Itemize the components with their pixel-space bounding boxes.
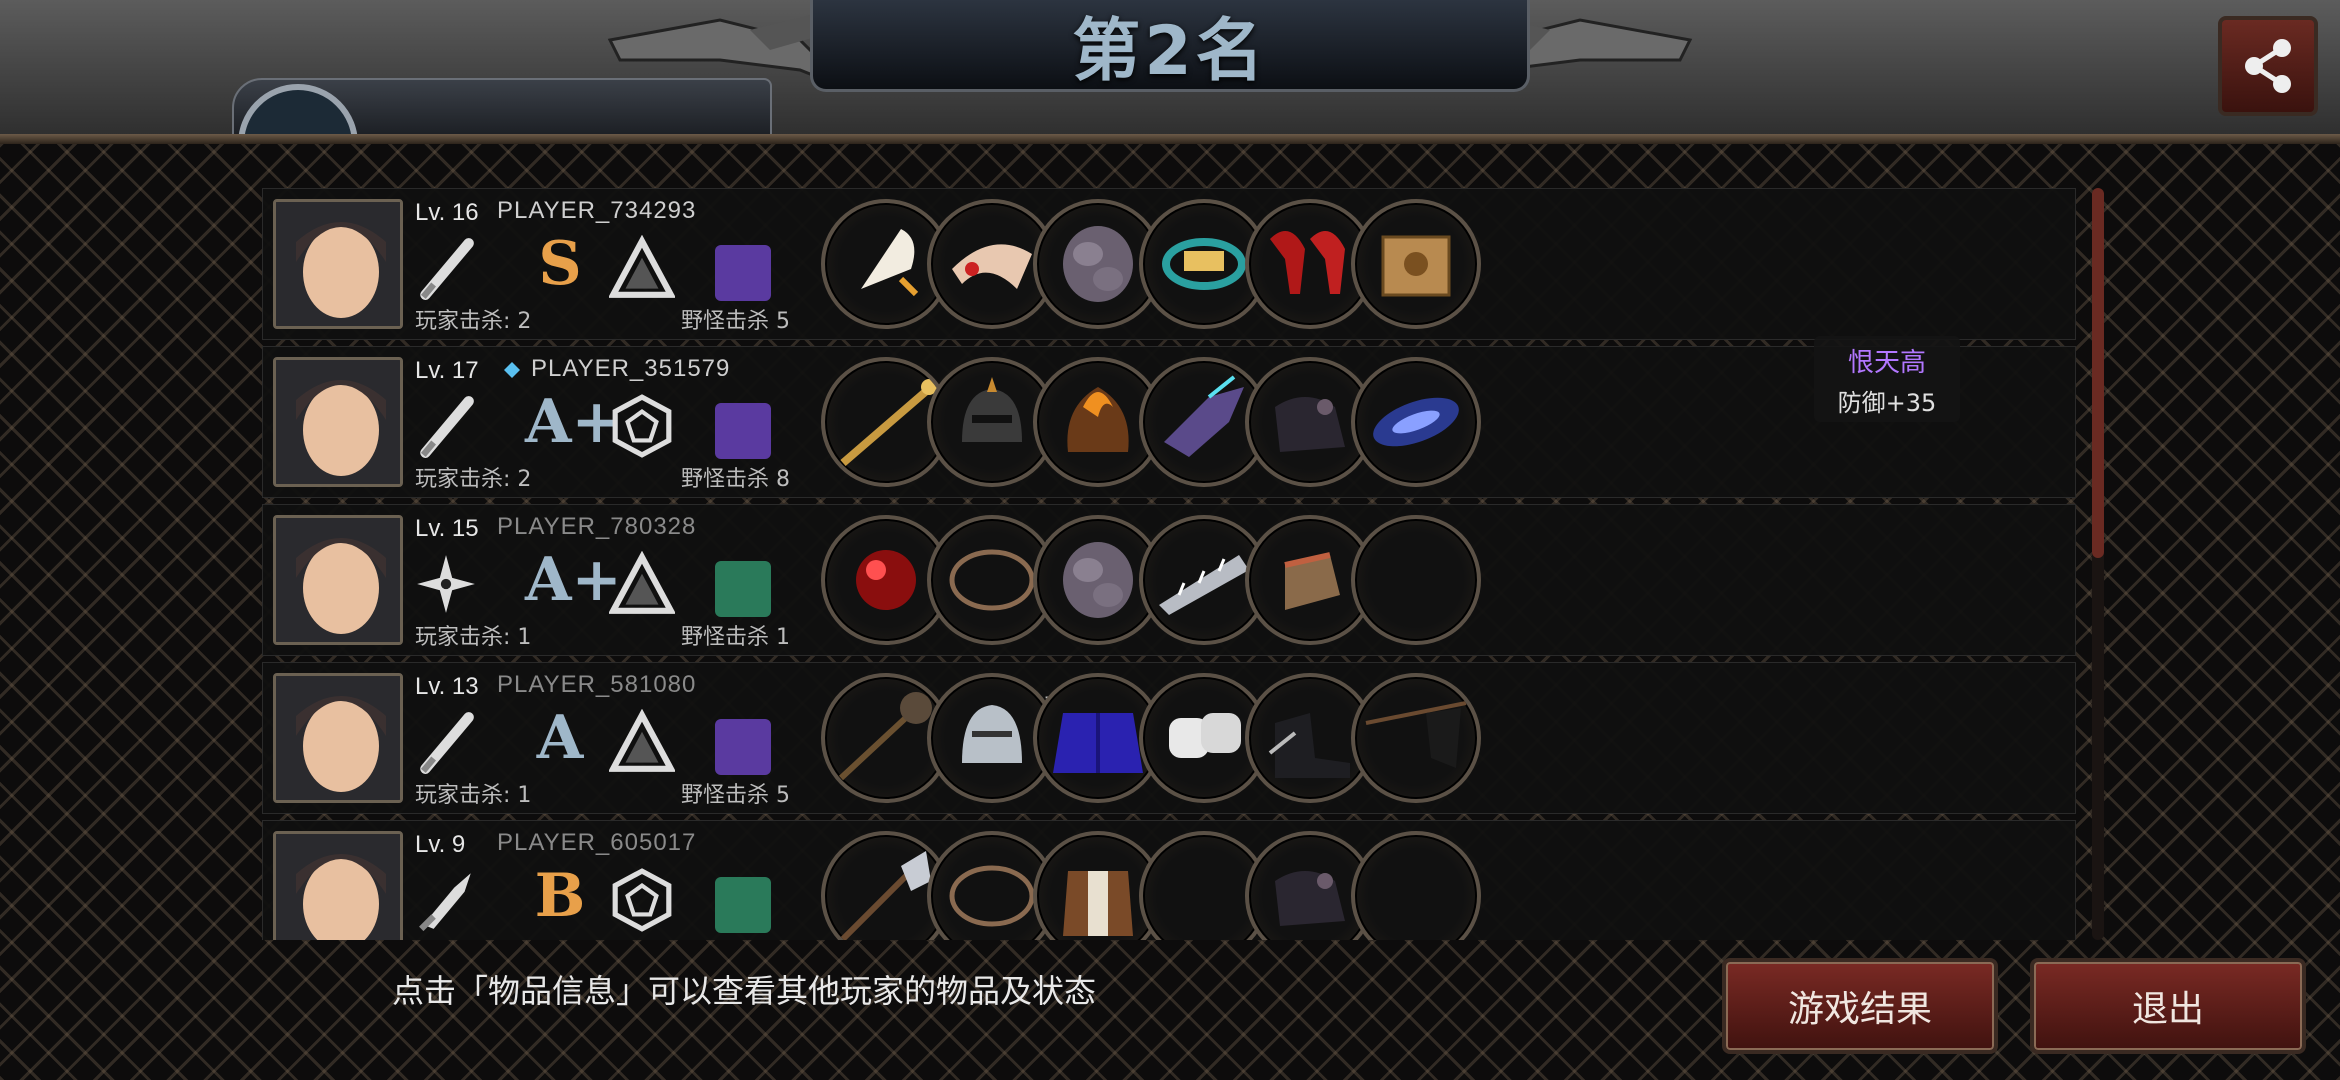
player-name: PLAYER_734293 [497,197,697,224]
dragon-gauntlet-icon [1164,375,1244,457]
grade-badge: S [538,229,582,299]
monster-kills: 野怪击杀 5 [681,783,790,808]
red-orb-icon [856,550,916,610]
player-name: PLAYER_351579 [531,355,731,382]
game-result-screen: 第2名 Lv. 16PLAYER_734293S玩家击杀: 2野怪击杀 5212… [0,0,2340,1080]
bracelet-icon [1162,238,1246,290]
item-slot[interactable] [1351,831,1481,940]
triangle-emblem-icon [609,235,675,298]
hex-emblem-icon [612,394,672,458]
shuriken-icon [417,555,475,613]
monster-icon [715,877,771,933]
player-level: Lv. 16 [415,199,479,226]
exit-button[interactable]: 退出 [2030,958,2306,1054]
rock-armor-icon [1063,226,1133,302]
baseball-bat-icon [420,712,474,774]
tiara-icon [952,244,1032,289]
leather-armor-icon [1063,871,1133,936]
player-name: PLAYER_605017 [497,829,697,856]
game-result-button[interactable]: 游戏结果 [1722,958,1998,1054]
player-row[interactable]: Lv. 16PLAYER_734293S玩家击杀: 2野怪击杀 5212239 [262,188,2076,340]
grade-badge: A [536,703,584,773]
player-portrait[interactable] [273,515,403,645]
helmet-icon [962,377,1022,442]
bladed-bracer-icon [1159,555,1249,615]
baseball-bat-icon [420,238,474,300]
boots-icon [1268,713,1350,778]
grade-badge: A+ [525,387,622,457]
player-name: PLAYER_581080 [497,671,697,698]
page-title: 第2名 [1072,12,1268,91]
top-border [0,134,2340,144]
dark-boots-icon [1275,397,1345,452]
monster-icon [715,403,771,459]
item-slot[interactable] [1351,515,1481,645]
ring-icon [949,549,1035,611]
dark-boots-icon [1275,871,1345,926]
monster-kills: 野怪击杀 5 [681,309,790,334]
player-name: PLAYER_780328 [497,513,697,540]
monster-icon [715,245,771,301]
axe-spear-icon [838,851,931,940]
scrollbar-thumb[interactable] [2092,188,2104,558]
player-kills: 玩家击杀: 1 [415,625,532,650]
player-row[interactable]: Lv. 17PLAYER_351579A+玩家击杀: 2野怪击杀 8228270 [262,346,2076,498]
bandage-icon [1169,713,1241,758]
rank-title-plate: 第2名 [810,0,1530,92]
avatar [238,84,358,136]
player-row[interactable]: Lv. 13PLAYER_581080A玩家击杀: 1野怪击杀 5175214 [262,662,2076,814]
player-level: Lv. 13 [415,673,479,700]
player-level: Lv. 9 [415,831,466,858]
blue-robe-icon [1053,713,1143,773]
share-icon [2245,39,2291,93]
grade-badge: A+ [525,545,622,615]
player-portrait[interactable] [273,357,403,487]
tooltip-item-effect: 防御+35 [1837,389,1937,417]
fire-armor-icon [1067,387,1129,452]
player-level: Lv. 15 [415,515,479,542]
item-slot[interactable] [1351,357,1481,487]
rock-armor-icon [1063,542,1133,618]
knight-helmet-icon [962,705,1022,763]
player-portrait[interactable] [273,831,403,940]
staff-icon [840,379,937,467]
ring-icon [949,865,1035,927]
item-slot[interactable] [1351,673,1481,803]
item-tooltip: 恨天高 防御+35 [1814,336,1960,422]
scrollbar[interactable] [2092,188,2104,940]
monster-icon [715,561,771,617]
hint-text: 点击「物品信息」可以查看其他玩家的物品及状态 [392,972,1097,1010]
nebula-icon [1373,397,1459,447]
hex-emblem-icon [612,868,672,932]
monster-kills: 野怪击杀 1 [681,625,790,650]
tooltip-item-name: 恨天高 [1847,348,1926,378]
player-kills: 玩家击杀: 2 [415,467,532,492]
player-row[interactable]: Lv. 9PLAYER_605017B12582 [262,820,2076,940]
knife-icon [419,873,471,932]
flag-icon [1365,701,1467,768]
player-portrait[interactable] [273,199,403,329]
player-kills: 玩家击杀: 2 [415,309,532,334]
gauntlet-icon [1284,552,1340,610]
grade-badge: B [534,861,586,931]
player-portrait[interactable] [273,673,403,803]
red-heels-icon [1270,231,1345,294]
player-level: Lv. 17 [415,357,479,384]
triangle-emblem-icon [609,709,675,772]
item-slot[interactable] [1351,199,1481,329]
monster-icon [715,719,771,775]
gem-icon [503,361,521,379]
player-row[interactable]: Lv. 15PLAYER_780328A+玩家击杀: 1野怪击杀 1192184 [262,504,2076,656]
baseball-bat-icon [420,396,474,458]
triangle-emblem-icon [609,551,675,614]
fan-icon [861,229,919,297]
mace-icon [838,692,932,781]
monster-kills: 野怪击杀 8 [681,467,790,492]
player-list[interactable]: Lv. 16PLAYER_734293S玩家击杀: 2野怪击杀 5212239L… [262,188,2076,940]
player-kills: 玩家击杀: 1 [415,783,532,808]
box-icon [1381,235,1451,297]
share-button[interactable] [2218,16,2318,116]
